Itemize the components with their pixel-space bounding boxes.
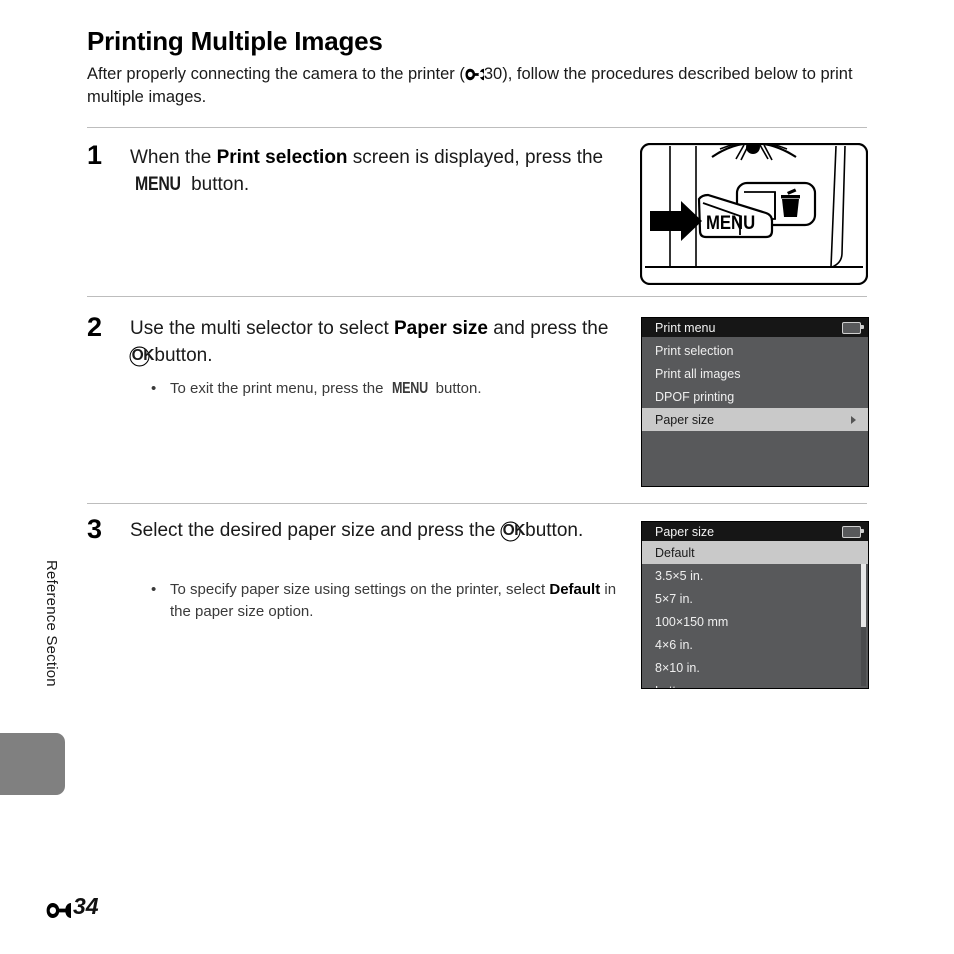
divider-1: [87, 127, 867, 128]
page-folio: 34: [46, 893, 99, 920]
print-menu-title-bar: Print menu: [642, 318, 868, 337]
step-2-number: 2: [87, 312, 103, 342]
paper-size-title: Paper size: [655, 524, 715, 539]
paper-size-title-bar: Paper size: [642, 522, 868, 541]
paper-size-item-default[interactable]: Default: [642, 541, 868, 564]
step-1-number: 1: [87, 140, 103, 170]
print-menu-items: Print selection Print all images DPOF pr…: [642, 337, 868, 431]
step-3-bullet: • To specify paper size using settings on…: [151, 579, 625, 623]
reference-section-icon: [46, 898, 71, 918]
paper-size-item-5x7[interactable]: 5×7 in.: [642, 587, 868, 610]
divider-3: [87, 503, 867, 504]
step-2-text-c: button.: [149, 345, 213, 366]
paper-size-screen: Paper size Default 3.5×5 in. 5×7 in. 100…: [641, 521, 869, 689]
menu-item-paper-size[interactable]: Paper size: [642, 408, 868, 431]
paper-size-item-label: 3.5×5 in.: [655, 568, 704, 583]
paper-size-item-100x150mm[interactable]: 100×150 mm: [642, 610, 868, 633]
intro-ref-page: 30: [483, 65, 503, 83]
step-3-bullet-a: To specify paper size using settings on …: [170, 581, 550, 598]
step-2-bullet-b: button.: [431, 380, 482, 397]
step-3-bold-default: Default: [549, 581, 601, 598]
page-title: Printing Multiple Images: [87, 26, 383, 56]
step-1-text: When the Print selection screen is displ…: [130, 144, 620, 198]
menu-item-label: Print all images: [655, 366, 741, 381]
intro-paragraph: After properly connecting the camera to …: [87, 63, 869, 109]
step-2-bold-paper-size: Paper size: [394, 318, 488, 339]
step-2-bullet-a: To exit the print menu, press the: [170, 380, 388, 397]
step-3-text-a: Select the desired paper size and press …: [130, 520, 501, 541]
reference-section-icon: [465, 65, 484, 81]
step-1-text-c: button.: [185, 174, 250, 195]
step-3-text: Select the desired paper size and press …: [130, 517, 625, 544]
menu-button-glyph: MENU: [391, 380, 428, 397]
section-tab-marker: [0, 733, 65, 795]
menu-button-glyph: MENU: [135, 173, 181, 195]
print-menu-screen: Print menu Print selection Print all ima…: [641, 317, 869, 487]
bullet-dot: •: [151, 581, 157, 598]
paper-size-item-letter[interactable]: Letter: [642, 679, 868, 689]
menu-button-label: MENU: [706, 212, 755, 233]
divider-2: [87, 296, 867, 297]
paper-size-item-label: 5×7 in.: [655, 591, 693, 606]
intro-text-before: After properly connecting the camera to …: [87, 65, 465, 83]
menu-item-print-selection[interactable]: Print selection: [642, 339, 868, 362]
paper-size-items: Default 3.5×5 in. 5×7 in. 100×150 mm 4×6…: [642, 541, 868, 689]
page-number: 34: [73, 893, 99, 919]
paper-size-item-4x6[interactable]: 4×6 in.: [642, 633, 868, 656]
section-side-label: Reference Section: [43, 560, 60, 687]
menu-item-label: Paper size: [655, 412, 715, 427]
step-3-number: 3: [87, 514, 103, 544]
document-page: Reference Section Printing Multiple Imag…: [0, 0, 954, 954]
step-2-text-b: and press the: [488, 318, 609, 339]
print-menu-title: Print menu: [655, 320, 716, 335]
step-2-bullet: • To exit the print menu, press the MENU …: [151, 378, 620, 400]
battery-icon: [842, 525, 864, 538]
camera-back-illustration: MENU: [639, 140, 869, 286]
paper-size-item-label: 100×150 mm: [655, 614, 729, 629]
paper-size-item-3_5x5[interactable]: 3.5×5 in.: [642, 564, 868, 587]
paper-size-item-label: 4×6 in.: [655, 637, 693, 652]
paper-size-item-label: 8×10 in.: [655, 660, 700, 675]
paper-size-item-8x10[interactable]: 8×10 in.: [642, 656, 868, 679]
menu-item-print-all-images[interactable]: Print all images: [642, 362, 868, 385]
step-1-bold-print-selection: Print selection: [216, 147, 348, 168]
menu-item-dpof-printing[interactable]: DPOF printing: [642, 385, 868, 408]
step-1-text-a: When the: [130, 147, 217, 168]
paper-size-item-label: Letter: [655, 684, 687, 689]
step-3-text-c: button.: [519, 520, 584, 541]
paper-size-item-label: Default: [655, 545, 695, 560]
chevron-right-icon: [851, 415, 856, 424]
ok-button-glyph: OK: [500, 521, 525, 542]
step-2-text: Use the multi selector to select Paper s…: [129, 315, 620, 369]
battery-icon: [842, 321, 864, 334]
step-1-text-b: screen is displayed, press the: [347, 147, 604, 168]
step-2-text-a: Use the multi selector to select: [130, 318, 394, 339]
menu-item-label: Print selection: [655, 343, 734, 358]
bullet-dot: •: [151, 380, 157, 397]
ok-button-glyph: OK: [129, 346, 154, 367]
menu-item-label: DPOF printing: [655, 389, 735, 404]
